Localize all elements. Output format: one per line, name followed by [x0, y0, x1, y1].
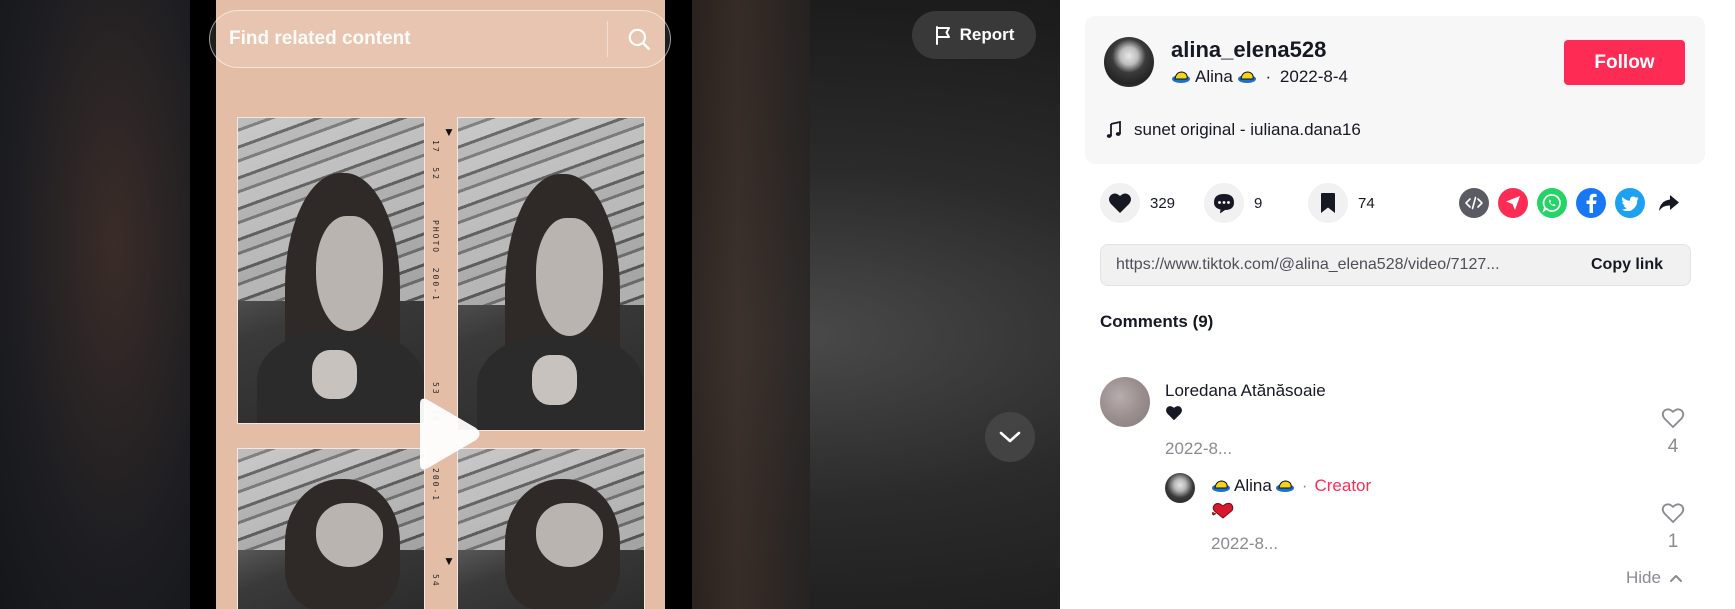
search-icon — [628, 28, 650, 50]
reply-like-button[interactable] — [1658, 502, 1688, 529]
cap-emoji-icon — [1212, 480, 1230, 492]
comment-icon — [1214, 193, 1234, 213]
save-button[interactable] — [1308, 183, 1348, 223]
embed-button[interactable] — [1459, 188, 1489, 218]
search-button[interactable] — [608, 11, 670, 67]
reply-author-line: Alina · Creator — [1211, 476, 1371, 496]
comment-button[interactable] — [1204, 183, 1244, 223]
find-related-search[interactable]: Find related content — [209, 10, 671, 68]
film-arrow-top: ▼ — [443, 125, 455, 139]
film-arrow-bottom: ▼ — [443, 554, 455, 568]
comment-date: 2022-8... — [1165, 439, 1233, 458]
like-count: 329 — [1150, 194, 1176, 212]
heart-icon — [1109, 193, 1131, 213]
twitter-icon — [1621, 196, 1639, 211]
play-button[interactable] — [412, 394, 484, 474]
video-letterbox-right — [665, 0, 692, 609]
reply-author-avatar[interactable] — [1165, 473, 1195, 503]
video-blur-background-left — [0, 0, 190, 609]
heart-outline-icon — [1661, 408, 1685, 429]
share-icons — [1459, 186, 1684, 220]
facebook-icon — [1586, 193, 1597, 213]
music-link[interactable]: sunet original - iuliana.dana16 — [1106, 120, 1361, 140]
video-url[interactable]: https://www.tiktok.com/@alina_elena528/v… — [1101, 256, 1564, 274]
like-button[interactable] — [1100, 183, 1140, 223]
reply-like-count: 1 — [1667, 531, 1679, 552]
video-player-area[interactable]: ▼ 17 52 PHOTO 200-1 53 18 200-1 ▼ 54 Fin… — [0, 0, 1060, 609]
send-icon — [1506, 196, 1520, 210]
details-panel: alina_elena528 Alina · 2022-8-4 Follow s… — [1060, 0, 1735, 609]
save-count: 74 — [1358, 194, 1375, 212]
cap-emoji-icon — [1237, 71, 1256, 83]
reply-date: 2022-8... — [1211, 534, 1279, 553]
comment-count: 9 — [1254, 194, 1263, 212]
author-username[interactable]: alina_elena528 — [1171, 37, 1326, 63]
music-title: sunet original - iuliana.dana16 — [1134, 120, 1361, 139]
reply-author[interactable]: Alina — [1234, 476, 1272, 496]
report-button[interactable]: Report — [912, 11, 1036, 59]
flag-icon — [935, 26, 950, 45]
creator-badge: Creator — [1314, 476, 1372, 495]
video-frame[interactable]: ▼ 17 52 PHOTO 200-1 53 18 200-1 ▼ 54 — [216, 0, 665, 609]
twitter-share-button[interactable] — [1615, 188, 1645, 218]
post-date: 2022-8-4 — [1279, 67, 1348, 86]
like-action[interactable]: 329 — [1100, 183, 1180, 223]
whatsapp-icon — [1542, 194, 1561, 213]
cap-emoji-icon — [1172, 71, 1190, 83]
commenter-avatar[interactable] — [1100, 377, 1150, 427]
comment-author[interactable]: Loredana Atănăsoaie — [1165, 381, 1326, 401]
video-photo-4 — [457, 448, 645, 609]
author-card: alina_elena528 Alina · 2022-8-4 Follow s… — [1085, 16, 1705, 164]
comment-like-count: 4 — [1667, 436, 1679, 457]
video-photo-2 — [457, 117, 645, 431]
film-numbers-top: 17 52 — [431, 140, 440, 181]
send-to-friends-button[interactable] — [1498, 188, 1528, 218]
action-bar: 329 9 74 — [1100, 183, 1412, 223]
bookmark-icon — [1321, 193, 1335, 213]
whatsapp-share-button[interactable] — [1537, 188, 1567, 218]
video-blur-background-mid — [690, 0, 810, 609]
follow-button[interactable]: Follow — [1564, 40, 1685, 85]
copy-link-button[interactable]: Copy link — [1564, 256, 1690, 274]
next-video-button[interactable] — [985, 412, 1035, 462]
cap-emoji-icon — [1275, 480, 1294, 492]
video-photo-3 — [237, 448, 425, 609]
black-heart-emoji-icon — [1166, 406, 1182, 421]
report-label: Report — [959, 25, 1015, 44]
meta-separator: · — [1260, 67, 1276, 86]
save-action[interactable]: 74 — [1308, 183, 1388, 223]
author-nickname: Alina — [1195, 67, 1233, 86]
comment-like-button[interactable] — [1658, 407, 1688, 434]
hide-label: Hide — [1626, 568, 1661, 587]
more-share-button[interactable] — [1654, 188, 1684, 218]
film-photo-label: PHOTO 200-1 — [431, 220, 440, 302]
video-letterbox-left — [190, 0, 216, 609]
red-heart-emoji-icon — [1211, 502, 1234, 519]
hide-replies-button[interactable]: Hide — [1626, 568, 1683, 588]
play-icon — [420, 398, 480, 470]
embed-icon — [1465, 196, 1483, 210]
reply-text: ❤ — [1211, 501, 1235, 524]
chevron-up-icon — [1669, 575, 1682, 582]
video-photo-1 — [237, 117, 425, 424]
music-note-icon — [1106, 121, 1121, 138]
author-avatar[interactable] — [1104, 37, 1154, 87]
reply-separator: · — [1301, 476, 1308, 495]
facebook-share-button[interactable] — [1576, 188, 1606, 218]
share-arrow-icon — [1659, 195, 1679, 211]
search-input[interactable]: Find related content — [210, 28, 607, 50]
film-numbers-bottom: 54 — [431, 574, 440, 588]
chevron-down-icon — [999, 431, 1021, 443]
comment-text: ❤ — [1165, 405, 1183, 426]
heart-outline-icon — [1661, 503, 1685, 524]
video-link-box: https://www.tiktok.com/@alina_elena528/v… — [1100, 244, 1691, 286]
comments-title: Comments (9) — [1100, 312, 1214, 331]
author-meta: Alina · 2022-8-4 — [1171, 67, 1348, 87]
comment-action[interactable]: 9 — [1204, 183, 1284, 223]
